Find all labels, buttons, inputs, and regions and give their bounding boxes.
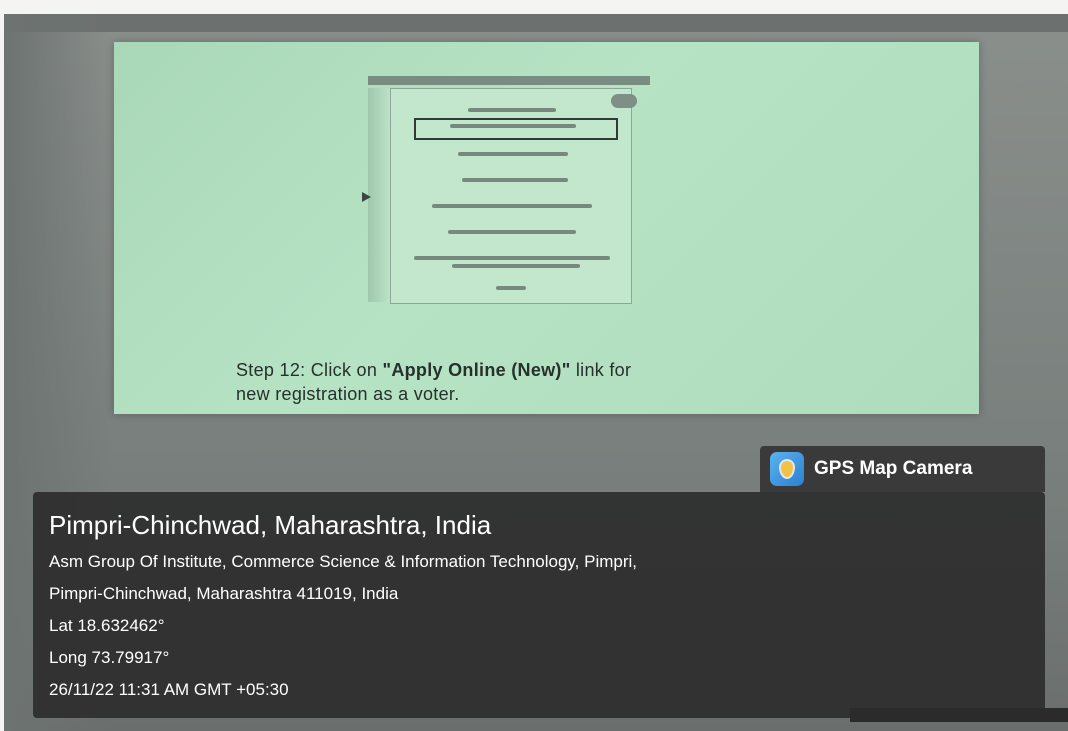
projected-menu-item (496, 286, 526, 290)
timestamp: 26/11/22 11:31 AM GMT +05:30 (49, 680, 289, 699)
projected-menu-item (448, 230, 576, 234)
location-info-panel: Pimpri-Chinchwad, Maharashtra, India Asm… (33, 492, 1045, 718)
slide-caption: Step 12: Click on "Apply Online (New)" l… (236, 358, 876, 406)
longitude: Long 73.79917° (49, 648, 170, 667)
caption-suffix: link for (570, 360, 632, 380)
gps-map-camera-icon (770, 452, 804, 486)
projected-cursor-icon (362, 192, 371, 202)
location-title: Pimpri-Chinchwad, Maharashtra, India (49, 510, 492, 540)
bottom-edge-strip (850, 708, 1068, 722)
projected-menu-item (432, 204, 592, 208)
projected-menu-item (450, 124, 576, 128)
gps-camera-badge: GPS Map Camera (760, 446, 1045, 492)
caption-link-text: "Apply Online (New)" (382, 360, 571, 380)
projected-menu-item (458, 152, 568, 156)
badge-label: GPS Map Camera (814, 458, 973, 479)
projected-window-titlebar (368, 76, 650, 85)
projected-menu-item (462, 178, 568, 182)
projected-menu-item (414, 256, 610, 260)
wall-top-strip (4, 14, 1068, 32)
projected-menu-item (452, 264, 580, 268)
projected-close-icon (611, 94, 637, 108)
projected-menu-heading (468, 108, 556, 112)
latitude: Lat 18.632462° (49, 616, 165, 635)
address-line-2: Pimpri-Chinchwad, Maharashtra 411019, In… (49, 584, 399, 603)
projected-slide: Step 12: Click on "Apply Online (New)" l… (114, 42, 979, 414)
caption-line-2: new registration as a voter. (236, 384, 460, 404)
caption-prefix: Step 12: Click on (236, 360, 383, 380)
projected-window-shade (368, 88, 390, 302)
projected-highlight-box (414, 118, 618, 140)
address-line-1: Asm Group Of Institute, Commerce Science… (49, 552, 637, 571)
